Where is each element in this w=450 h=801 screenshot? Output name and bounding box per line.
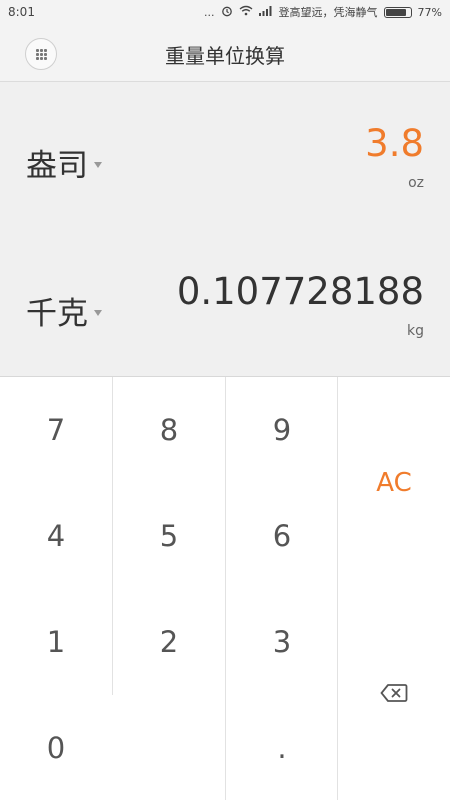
battery-percent: 77%	[417, 5, 442, 19]
from-unit-selector[interactable]: 盎司	[26, 140, 102, 185]
to-unit-abbr: kg	[407, 323, 424, 339]
to-unit-selector[interactable]: 千克	[26, 288, 102, 333]
status-icons: ... 登高望远，凭海静气 77%	[204, 4, 442, 20]
key-4[interactable]: 4	[0, 483, 112, 589]
key-7[interactable]: 7	[0, 377, 112, 483]
key-0[interactable]: 0	[0, 695, 112, 801]
from-value: 3.8	[365, 122, 424, 165]
carrier-text: 登高望远，凭海静气	[278, 6, 378, 19]
clear-button[interactable]: AC	[338, 377, 450, 589]
battery-icon	[383, 6, 412, 18]
converter-display: 盎司 3.8 oz 千克 0.107728188 kg	[0, 82, 450, 377]
key-5[interactable]: 5	[113, 483, 225, 589]
key-9[interactable]: 9	[226, 377, 338, 483]
dropdown-caret-icon	[94, 309, 102, 316]
wifi-icon	[239, 5, 253, 19]
alarm-icon	[221, 5, 233, 20]
key-2[interactable]: 2	[113, 589, 225, 695]
status-time: 8:01	[8, 5, 35, 19]
status-bar: 8:01 ... 登高望远，凭海静气 77%	[0, 0, 450, 26]
key-3[interactable]: 3	[226, 589, 338, 695]
from-unit-name: 盎司	[26, 148, 88, 184]
to-value: 0.107728188	[176, 270, 424, 313]
key-8[interactable]: 8	[113, 377, 225, 483]
backspace-icon	[380, 683, 408, 707]
signal-icon	[258, 5, 273, 19]
more-dots: ...	[204, 5, 215, 19]
backspace-button[interactable]	[338, 589, 450, 800]
to-unit-name: 千克	[26, 296, 88, 332]
page-title: 重量单位换算	[165, 44, 285, 68]
key-6[interactable]: 6	[226, 483, 338, 589]
dropdown-caret-icon	[94, 161, 102, 168]
from-unit-abbr: oz	[408, 175, 424, 191]
key-1[interactable]: 1	[0, 589, 112, 695]
keypad: 7 8 9 4 5 6 1 2 3 0 . AC	[0, 377, 450, 800]
app-header: 重量单位换算	[0, 26, 450, 82]
key-decimal[interactable]: .	[226, 695, 338, 801]
